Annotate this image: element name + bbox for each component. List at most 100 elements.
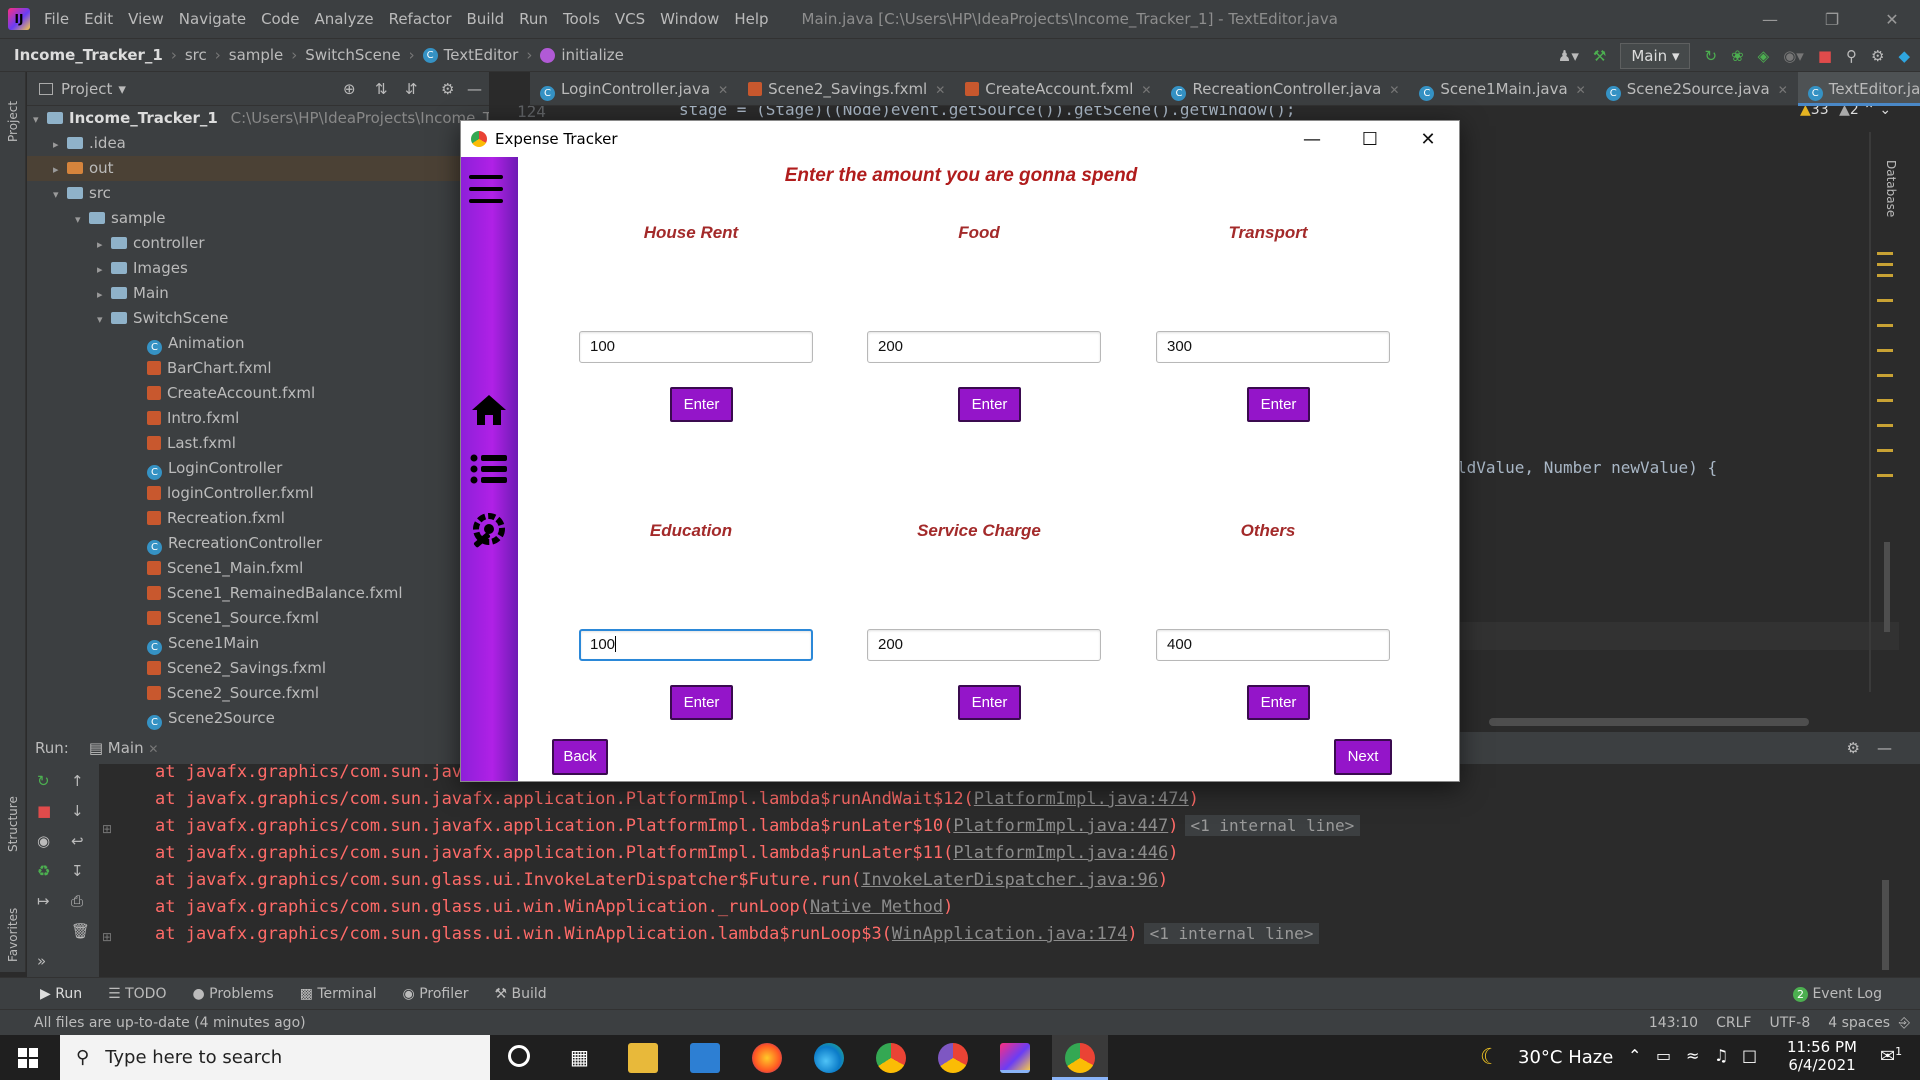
service-charge-input[interactable]: 200	[867, 629, 1101, 661]
mail-icon[interactable]	[690, 1043, 720, 1073]
tool-profiler[interactable]: ◉ Profiler	[403, 986, 469, 1002]
search-icon[interactable]: ⚲	[1846, 47, 1857, 65]
more-icon[interactable]: »	[37, 952, 46, 970]
cursor-position[interactable]: 143:10	[1649, 1015, 1698, 1031]
settings-tools-icon[interactable]	[469, 509, 509, 549]
scroll-end-icon[interactable]: ↧	[71, 862, 84, 880]
tree-item[interactable]: C Animation	[147, 331, 244, 356]
weather-icon[interactable]: ☾	[1480, 1045, 1500, 1070]
breadcrumb-item[interactable]: initialize	[561, 46, 624, 64]
editor-scrollbar[interactable]	[1884, 542, 1890, 632]
tree-item[interactable]: Scene2_Savings.fxml	[147, 656, 326, 681]
trace-link[interactable]: PlatformImpl.java:446	[953, 843, 1168, 863]
firefox-icon[interactable]	[752, 1043, 782, 1073]
menu-run[interactable]: Run	[519, 10, 548, 28]
build-hammer-icon[interactable]: ⚒	[1593, 47, 1606, 65]
breadcrumb-item[interactable]: src	[185, 46, 207, 64]
transport-input[interactable]: 300	[1156, 331, 1390, 363]
clock[interactable]: 11:56 PM 6/4/2021	[1782, 1038, 1862, 1074]
tree-item[interactable]: Scene1_RemainedBalance.fxml	[147, 581, 403, 606]
tree-item[interactable]: C LoginController	[147, 456, 282, 481]
tool-terminal[interactable]: ▩ Terminal	[300, 986, 377, 1002]
close-icon[interactable]: ✕	[718, 83, 728, 97]
close-icon[interactable]: ✕	[935, 83, 945, 97]
debug-icon[interactable]: ❀	[1731, 47, 1744, 65]
back-button[interactable]: Back	[552, 739, 608, 775]
trace-link[interactable]: PlatformImpl.java:474	[974, 789, 1189, 809]
tab-scene2-source[interactable]: C Scene2Source.java ✕	[1596, 72, 1798, 106]
transport-enter-button[interactable]: Enter	[1247, 387, 1310, 422]
tree-item[interactable]: ▸ Main	[97, 281, 169, 306]
coverage-icon[interactable]: ◈	[1758, 47, 1770, 65]
jetbrains-icon[interactable]: ◆	[1898, 47, 1910, 65]
volume-icon[interactable]: ♫	[1714, 1046, 1728, 1065]
tree-item[interactable]: Scene1_Main.fxml	[147, 556, 303, 581]
tree-item[interactable]: C Scene2Source	[147, 706, 275, 731]
hide-panel-icon[interactable]: —	[467, 80, 482, 98]
menu-analyze[interactable]: Analyze	[314, 10, 373, 28]
fold-icon[interactable]: ⊞	[102, 822, 112, 836]
database-side-tab[interactable]: Database	[1884, 160, 1898, 217]
folded-lines-badge[interactable]: <1 internal line>	[1143, 923, 1320, 944]
console-scrollbar[interactable]	[1882, 880, 1889, 970]
run-config-select[interactable]: Main ▾	[1620, 43, 1691, 69]
home-icon[interactable]	[470, 393, 508, 427]
menu-refactor[interactable]: Refactor	[389, 10, 452, 28]
hide-panel-icon[interactable]: —	[1877, 739, 1892, 757]
close-icon[interactable]: ✕	[1778, 83, 1788, 97]
ide-restore-icon[interactable]: ❐	[1804, 0, 1860, 38]
tab-create-account[interactable]: CreateAccount.fxml ✕	[955, 72, 1161, 106]
fold-icon[interactable]: ⊞	[102, 930, 112, 944]
tool-run[interactable]: ▶ Run	[40, 986, 82, 1002]
line-separator[interactable]: CRLF	[1716, 1015, 1751, 1031]
java-app-taskbar-icon[interactable]	[1065, 1043, 1095, 1073]
exit-icon[interactable]: ↦	[37, 892, 50, 910]
trace-link[interactable]: WinApplication.java:174	[892, 924, 1127, 944]
error-stripe[interactable]	[1877, 242, 1893, 742]
tree-item[interactable]: BarChart.fxml	[147, 356, 272, 381]
indent-setting[interactable]: 4 spaces	[1828, 1015, 1890, 1031]
soft-wrap-icon[interactable]: ↩	[71, 832, 84, 850]
menu-edit[interactable]: Edit	[84, 10, 113, 28]
ide-close-icon[interactable]: ✕	[1864, 0, 1920, 38]
list-icon[interactable]	[470, 453, 508, 485]
food-input[interactable]: 200	[867, 331, 1101, 363]
profile-icon[interactable]: ◉▾	[1783, 47, 1804, 65]
cortana-icon[interactable]	[508, 1045, 530, 1067]
tab-scene1-main[interactable]: C Scene1Main.java ✕	[1409, 72, 1595, 106]
menu-tools[interactable]: Tools	[563, 10, 600, 28]
breadcrumb-item[interactable]: TextEditor	[444, 46, 519, 64]
trace-link[interactable]: PlatformImpl.java:447	[953, 816, 1168, 836]
ide-minimize-icon[interactable]: —	[1742, 0, 1798, 38]
chrome-canary-icon[interactable]	[938, 1043, 968, 1073]
tree-item[interactable]: loginController.fxml	[147, 481, 314, 506]
close-icon[interactable]: ✕	[1141, 83, 1151, 97]
menu-file[interactable]: File	[44, 10, 69, 28]
editor-h-scrollbar[interactable]	[1489, 718, 1809, 726]
menu-build[interactable]: Build	[467, 10, 505, 28]
close-icon[interactable]: ✕	[1389, 83, 1399, 97]
tray-chevron-icon[interactable]: ⌃	[1628, 1046, 1641, 1065]
breadcrumb-item[interactable]: Income_Tracker_1	[14, 46, 163, 64]
menu-vcs[interactable]: VCS	[615, 10, 645, 28]
wifi-icon[interactable]: ≈	[1686, 1046, 1699, 1065]
project-side-tab[interactable]: Project	[6, 101, 20, 142]
file-explorer-icon[interactable]	[628, 1043, 658, 1073]
food-enter-button[interactable]: Enter	[958, 387, 1021, 422]
tab-recreation-controller[interactable]: C RecreationController.java ✕	[1161, 72, 1409, 106]
tree-item[interactable]: ▸ controller	[97, 231, 205, 256]
trash-icon[interactable]: 🗑	[71, 922, 90, 940]
next-button[interactable]: Next	[1334, 739, 1392, 775]
network-icon[interactable]: □	[1742, 1046, 1757, 1065]
gear-icon[interactable]: ⚙	[1847, 739, 1860, 757]
maximize-icon[interactable]: ☐	[1341, 121, 1399, 157]
tree-item[interactable]: Last.fxml	[147, 431, 236, 456]
tree-item[interactable]: Scene1_Source.fxml	[147, 606, 319, 631]
close-icon[interactable]: ✕	[148, 742, 158, 756]
gear-icon[interactable]: ⚙	[441, 80, 454, 98]
close-icon[interactable]: ✕	[1399, 121, 1457, 157]
education-enter-button[interactable]: Enter	[670, 685, 733, 720]
event-log-button[interactable]: 2 Event Log	[1792, 986, 1882, 1002]
lock-icon[interactable]: ⎆	[1899, 1015, 1910, 1031]
folded-lines-badge[interactable]: <1 internal line>	[1184, 815, 1361, 836]
